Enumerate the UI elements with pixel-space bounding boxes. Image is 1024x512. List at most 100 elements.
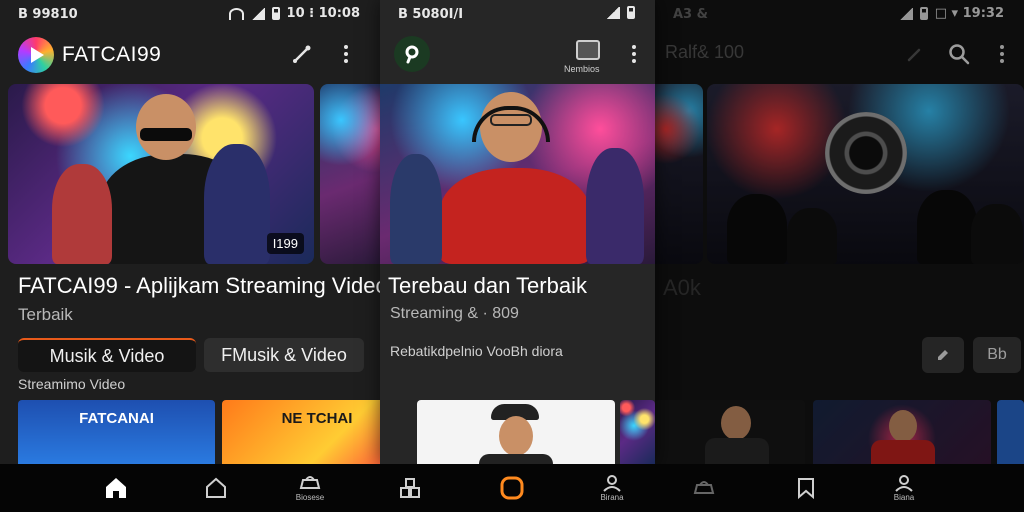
status-right xyxy=(606,6,635,19)
more-menu-icon[interactable] xyxy=(988,40,1016,68)
crowd-figure xyxy=(787,208,837,264)
status-left: B 99810 xyxy=(18,7,78,22)
crowd-figure xyxy=(917,190,977,264)
nav-explore[interactable] xyxy=(196,464,236,512)
crowd-figure xyxy=(971,204,1023,264)
hero-thumbnail[interactable] xyxy=(707,84,1024,264)
nav-label: Biana xyxy=(893,493,915,502)
home-icon xyxy=(106,478,126,498)
library-icon xyxy=(299,476,321,489)
next-thumbnail[interactable] xyxy=(320,84,380,264)
edit-icon[interactable] xyxy=(922,337,964,373)
glasses-icon xyxy=(490,114,532,126)
video-description: Rebatikdpelnio VooBh diora xyxy=(390,343,563,359)
chip-bb[interactable]: Bb xyxy=(973,337,1021,373)
card-title: FATCANAI xyxy=(79,410,154,427)
presenter-figure xyxy=(871,440,935,464)
screen-panel-1: B 99810 10 ⁝ 10:08 FATCAI99 I199 FATCAI9… xyxy=(0,0,380,464)
nav-label: Biosese xyxy=(295,493,325,502)
nav-home[interactable] xyxy=(96,464,136,512)
search-app-icon[interactable] xyxy=(394,36,430,72)
video-title: Terebau dan Terbaik xyxy=(388,273,587,298)
status-time: 10 ⁝ 10:08 xyxy=(286,6,360,21)
chip-musik-video-2[interactable]: FMusik & Video xyxy=(204,338,364,372)
wifi-icon xyxy=(228,7,244,20)
crowd-figure xyxy=(727,194,787,264)
app-logo[interactable] xyxy=(18,37,54,73)
nav-shorts[interactable] xyxy=(492,464,532,512)
screen-panel-3: A3 & □ ▾ 19:32 Ralf& 100 A0k Bb xyxy=(655,0,1024,464)
nav-profile-2[interactable]: Biana xyxy=(882,464,926,512)
section-label: Streamimo Video xyxy=(18,376,126,392)
nav-profile[interactable]: Birana xyxy=(590,464,634,512)
nav-library[interactable]: Biosese xyxy=(288,464,332,512)
presenter-head xyxy=(136,94,196,160)
presenter-figure xyxy=(479,454,553,464)
nav-library-2[interactable] xyxy=(682,464,726,512)
sunglasses-icon xyxy=(140,128,192,141)
bottom-navigation: Biosese Birana Biana xyxy=(0,464,1024,512)
hero-thumbnail[interactable] xyxy=(380,84,655,264)
chip-musik-video[interactable]: Musik & Video xyxy=(18,338,196,372)
status-bar: B 5080I/I xyxy=(380,0,655,30)
status-left: B 5080I/I xyxy=(398,7,464,22)
battery-icon xyxy=(271,7,280,20)
profile-icon xyxy=(895,475,913,492)
hero-thumbnail[interactable]: I199 xyxy=(8,84,314,264)
presenter-head xyxy=(889,410,917,442)
grid-icon xyxy=(400,478,420,498)
cast-icon[interactable] xyxy=(288,40,316,68)
video-card[interactable]: NE TCHAI xyxy=(222,400,380,464)
status-time: □ ▾ 19:32 xyxy=(934,6,1004,21)
status-bar: B 99810 10 ⁝ 10:08 xyxy=(0,0,380,30)
dancer-figure xyxy=(52,164,112,264)
video-card[interactable] xyxy=(417,400,615,464)
battery-icon xyxy=(919,7,928,20)
dancer-figure xyxy=(586,148,644,264)
tv-icon[interactable] xyxy=(576,40,600,60)
dancer-figure xyxy=(204,144,270,264)
video-title: FATCAI99 - Aplijkam Streaming Video xyxy=(18,273,380,298)
video-card[interactable]: FATCANAI xyxy=(18,400,215,464)
shorts-icon xyxy=(500,476,524,500)
presenter-head xyxy=(499,416,533,456)
more-menu-icon[interactable] xyxy=(332,40,360,68)
video-subtitle: Streaming & · 809 xyxy=(390,305,519,322)
home-outline-icon xyxy=(206,477,226,498)
signal-icon xyxy=(250,7,265,20)
app-bar: FATCAI99 xyxy=(0,34,380,76)
bookmark-icon xyxy=(798,478,814,500)
nav-label: Birana xyxy=(600,493,624,502)
presenter-figure xyxy=(705,438,769,464)
video-card[interactable] xyxy=(813,400,991,464)
cast-icon[interactable] xyxy=(901,40,929,68)
battery-icon xyxy=(627,6,635,19)
more-menu-icon[interactable] xyxy=(620,40,648,68)
card-title: NE TCHAI xyxy=(281,410,353,427)
library-icon xyxy=(693,481,715,494)
signal-icon xyxy=(898,7,913,20)
app-name: FATCAI99 xyxy=(62,43,162,66)
faded-header: Ralf& 100 xyxy=(665,42,745,62)
status-right: □ ▾ 19:32 xyxy=(898,6,1004,21)
speaker-icon xyxy=(825,112,907,194)
video-card[interactable] xyxy=(620,400,655,464)
video-subtitle: Terbaik xyxy=(18,305,73,324)
nav-grid[interactable] xyxy=(390,464,430,512)
status-bar: A3 & □ ▾ 19:32 xyxy=(655,0,1024,30)
video-card[interactable] xyxy=(655,400,805,464)
search-icon[interactable] xyxy=(945,40,973,68)
profile-icon xyxy=(603,475,621,492)
dancer-figure xyxy=(390,154,442,264)
faded-title: A0k xyxy=(663,275,701,300)
nav-bookmark[interactable] xyxy=(786,464,826,512)
prev-thumbnail[interactable] xyxy=(655,84,703,264)
app-bar: Nembios xyxy=(380,34,655,76)
signal-icon xyxy=(606,6,620,19)
action-label: Nembios xyxy=(564,64,600,74)
screen-panel-2: B 5080I/I Nembios Terebau dan Terbaik St… xyxy=(380,0,655,464)
video-card[interactable] xyxy=(997,400,1024,464)
video-badge: I199 xyxy=(266,233,304,254)
app-bar: Ralf& 100 xyxy=(655,34,1024,76)
presenter-head xyxy=(721,406,751,440)
